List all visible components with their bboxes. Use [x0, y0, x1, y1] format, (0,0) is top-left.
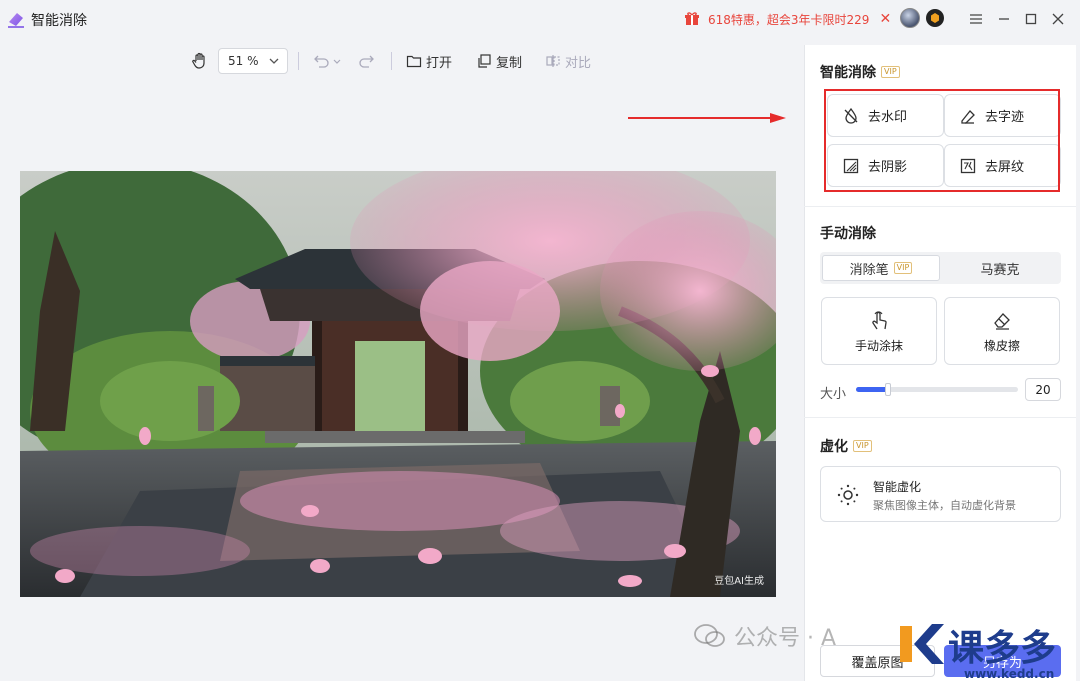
vip-badge-icon[interactable]	[926, 9, 944, 27]
eraser-icon	[994, 312, 1010, 330]
site-name-text: 课多多	[948, 628, 1056, 669]
focus-blur-icon	[837, 484, 859, 506]
chevron-down-icon	[269, 58, 279, 64]
blur-card-title: 智能虚化	[873, 480, 922, 494]
promo-banner[interactable]: 618特惠，超会3年卡限时229 ✕	[684, 8, 891, 30]
temple-gate-photo	[20, 171, 776, 597]
toolbar-divider	[298, 52, 299, 70]
copy-icon	[478, 54, 491, 68]
zoom-select[interactable]: 51 %	[218, 48, 288, 74]
tab-label: 马赛克	[980, 262, 1020, 278]
vip-tag: VIP	[881, 66, 900, 78]
section-divider	[804, 206, 1076, 207]
user-avatar[interactable]	[900, 8, 920, 28]
compare-button[interactable]: 对比	[545, 47, 591, 75]
cover-label: 覆盖原图	[851, 655, 904, 671]
manual-mode-tabs: 消除笔 VIP 马赛克	[820, 252, 1061, 284]
minimize-icon[interactable]	[994, 9, 1014, 29]
redo-icon	[359, 55, 374, 68]
brush-label: 橡皮擦	[983, 338, 1020, 353]
blur-card-desc: 聚焦图像主体，自动虚化背景	[873, 499, 1016, 512]
brush-size-input[interactable]: 20	[1025, 378, 1061, 401]
smart-erase-title: 智能消除 VIP	[820, 62, 900, 82]
brush-size-label: 大小	[820, 387, 847, 402]
tab-eraser-pen[interactable]: 消除笔 VIP	[822, 255, 940, 281]
wechat-logo-icon	[694, 624, 725, 647]
open-label: 打开	[426, 55, 453, 71]
wechat-watermark: 公众号 · A	[694, 620, 836, 652]
hand-icon	[192, 52, 205, 69]
undo-icon	[314, 55, 341, 68]
eraser-button[interactable]: 橡皮擦	[944, 297, 1060, 365]
zoom-value: 51 %	[228, 54, 259, 68]
section-divider	[804, 417, 1076, 418]
eraser-logo-icon	[8, 13, 24, 28]
manual-erase-title: 手动消除	[820, 223, 876, 243]
undo-button[interactable]	[312, 47, 342, 75]
compare-label: 对比	[565, 55, 592, 71]
slider-fill	[856, 387, 889, 392]
open-button[interactable]: 打开	[406, 47, 452, 75]
vip-tag: VIP	[853, 440, 872, 452]
manual-erase-label: 手动消除	[820, 226, 876, 242]
app-title: 智能消除	[31, 13, 87, 29]
tab-mosaic[interactable]: 马赛克	[941, 255, 1059, 281]
compare-icon	[546, 55, 560, 67]
blur-label: 虚化	[820, 439, 848, 455]
folder-icon	[406, 55, 422, 68]
redo-button[interactable]	[358, 47, 376, 75]
kedd-logo-icon: 课多多 www.kedd.cn	[900, 624, 1056, 681]
promo-text: 618特惠，超会3年卡限时229	[708, 12, 870, 27]
annotation-arrow-icon	[628, 113, 786, 123]
copy-button[interactable]: 复制	[476, 47, 522, 75]
maximize-icon[interactable]	[1021, 9, 1041, 29]
smart-erase-label: 智能消除	[820, 65, 876, 81]
brush-size-slider[interactable]	[856, 383, 1018, 396]
close-icon[interactable]	[1048, 9, 1068, 29]
wechat-text: 公众号 · A	[734, 626, 837, 651]
canvas-image[interactable]: 豆包AI生成	[20, 171, 776, 597]
manual-smear-button[interactable]: 手动涂抹	[821, 297, 937, 365]
tab-label: 消除笔	[849, 262, 889, 278]
vip-tag: VIP	[893, 262, 913, 274]
annotation-highlight-box	[824, 89, 1060, 192]
title-bar: 智能消除 618特惠，超会3年卡限时229 ✕	[0, 0, 1080, 38]
toolbar-divider	[391, 52, 392, 70]
ai-watermark: 豆包AI生成	[714, 576, 764, 587]
copy-label: 复制	[496, 55, 523, 71]
blur-title: 虚化 VIP	[820, 436, 872, 456]
finger-touch-icon	[872, 310, 887, 329]
promo-close-icon[interactable]: ✕	[879, 11, 891, 27]
smart-blur-card[interactable]: 智能虚化 聚焦图像主体，自动虚化背景	[820, 466, 1061, 522]
gift-icon	[685, 12, 699, 25]
site-url-text: www.kedd.cn	[964, 667, 1054, 681]
hand-tool-button[interactable]	[191, 47, 209, 75]
brush-label: 手动涂抹	[854, 338, 903, 353]
slider-handle[interactable]	[885, 383, 892, 396]
menu-icon[interactable]	[966, 9, 986, 29]
